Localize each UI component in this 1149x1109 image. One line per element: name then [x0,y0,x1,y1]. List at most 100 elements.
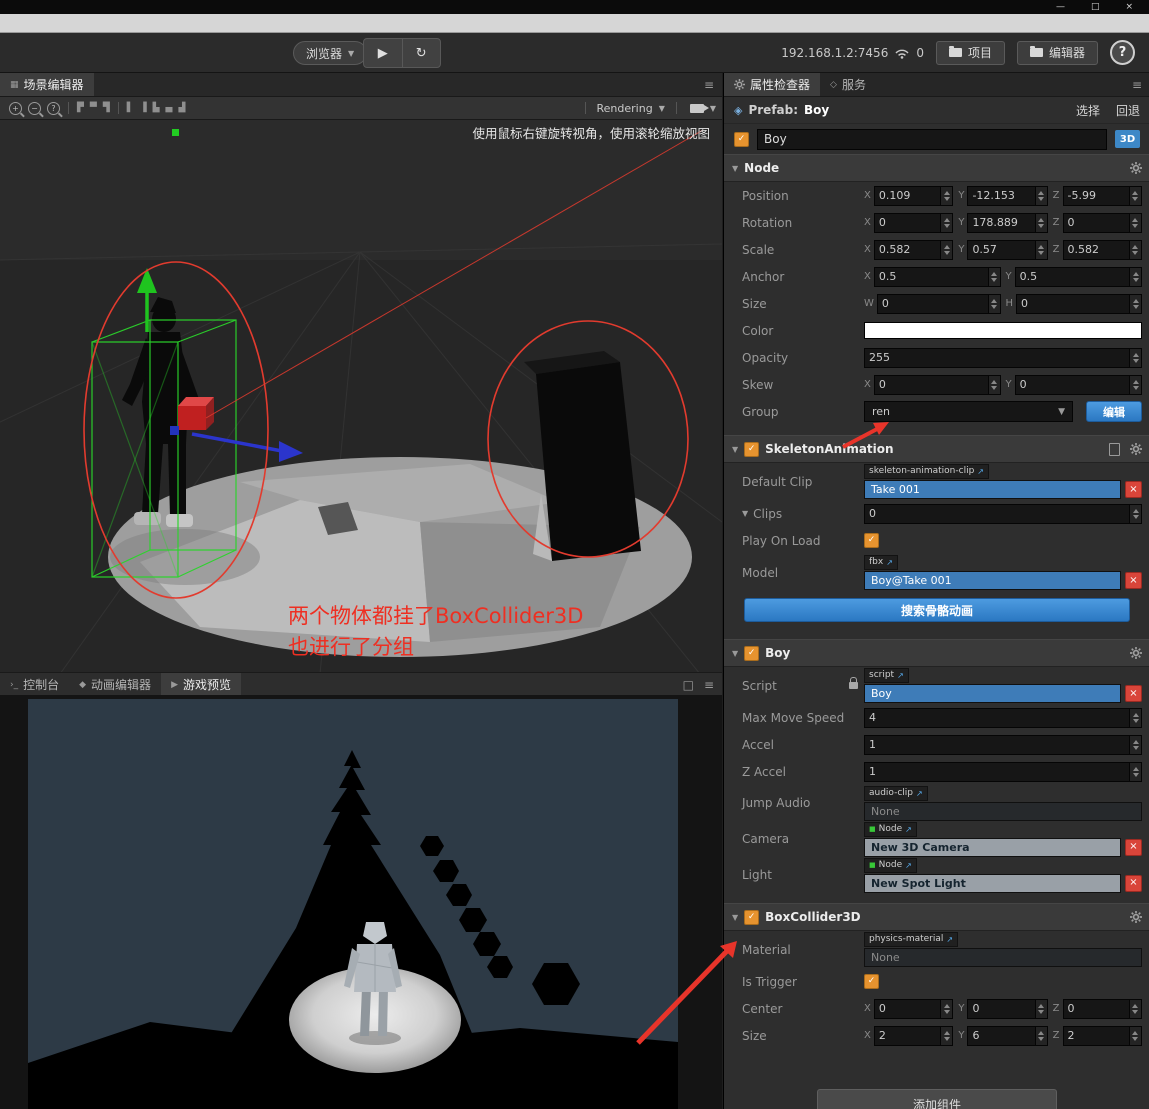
z-accel-field[interactable]: 1 [864,761,1142,782]
tab-scene-editor[interactable]: ▦ 场景编辑器 [0,73,94,96]
zoom-in-icon[interactable]: + [9,101,22,115]
prefab-revert-button[interactable]: 回退 [1116,102,1140,119]
chevron-down-icon[interactable]: ▼ [710,104,716,113]
section-header-skeleton-animation[interactable]: ▼ ✓ SkeletonAnimation [724,435,1149,463]
align-right-icon[interactable]: ▜ [103,103,110,113]
center-z-field[interactable]: 0 [1062,998,1142,1019]
tab-property-inspector[interactable]: 属性检查器 [724,73,821,96]
align-center-icon[interactable]: ▐ [140,103,147,113]
spinner-icon[interactable] [1128,1026,1141,1045]
remove-button[interactable]: × [1125,572,1142,589]
tab-game-preview[interactable]: ▶ 游戏预览 [161,673,241,696]
collider-size-z-field[interactable]: 2 [1062,1025,1142,1046]
project-button[interactable]: 项目 [935,40,1005,65]
tab-services[interactable]: ◇ 服务 [820,73,876,96]
spinner-icon[interactable] [1129,735,1141,754]
spinner-icon[interactable] [1034,186,1047,205]
spinner-icon[interactable] [1129,375,1141,394]
refresh-button[interactable]: ↻ [403,39,441,67]
opacity-field[interactable]: 255 [864,347,1142,368]
light-field[interactable]: New Spot Light [864,873,1121,893]
size-w-field[interactable]: 0 [876,293,1001,314]
remove-button[interactable]: × [1125,838,1142,856]
spinner-icon[interactable] [1034,999,1047,1018]
add-component-button[interactable]: 添加组件 [817,1089,1057,1109]
scale-y-field[interactable]: 0.57 [967,239,1048,260]
position-z-field[interactable]: -5.99 [1062,185,1142,206]
gear-icon[interactable] [1130,443,1142,455]
boy-enabled-checkbox[interactable]: ✓ [744,645,760,661]
collapse-arrow-icon[interactable]: ▼ [732,445,738,454]
help-button[interactable]: ? [1110,40,1135,65]
spinner-icon[interactable] [940,213,953,232]
asset-type-tag[interactable]: skeleton-animation-clip ↗ [864,464,989,479]
script-field[interactable]: Boy [864,684,1121,703]
section-header-box-collider-3d[interactable]: ▼ ✓ BoxCollider3D [724,903,1149,931]
skew-x-field[interactable]: 0 [873,374,1001,395]
gear-icon[interactable] [1130,647,1142,659]
distribute-h-icon[interactable]: ▙ [153,103,160,113]
camera-field[interactable]: New 3D Camera [864,837,1121,857]
color-swatch[interactable] [864,322,1142,339]
tab-console[interactable]: ›_ 控制台 [0,673,69,696]
collapse-arrow-icon[interactable]: ▼ [732,164,738,173]
group-dropdown[interactable]: ren ▼ [864,401,1073,422]
position-y-field[interactable]: -12.153 [967,185,1048,206]
center-x-field[interactable]: 0 [873,998,954,1019]
align-left-icon[interactable]: ▛ [77,103,84,113]
spinner-icon[interactable] [987,294,1000,313]
rotation-x-field[interactable]: 0 [873,212,954,233]
spinner-icon[interactable] [1129,294,1141,313]
play-button[interactable]: ▶ [364,39,403,67]
spinner-icon[interactable] [1128,186,1141,205]
node-type-tag[interactable]: ■ Node ↗ [864,821,917,837]
accel-field[interactable]: 1 [864,734,1142,755]
browser-dropdown[interactable]: 浏览器 ▼ [293,41,368,65]
spinner-icon[interactable] [1034,240,1047,259]
spinner-icon[interactable] [940,240,953,259]
skew-y-field[interactable]: 0 [1014,374,1142,395]
spinner-icon[interactable] [1129,348,1141,367]
spinner-icon[interactable] [1129,504,1141,523]
zoom-out-icon[interactable]: − [28,101,41,115]
collapse-arrow-icon[interactable]: ▼ [742,509,748,518]
rendering-dropdown[interactable]: Rendering [597,102,653,115]
spinner-icon[interactable] [1129,267,1141,286]
jump-audio-field[interactable]: None [864,801,1142,821]
default-clip-field[interactable]: Take 001 [864,480,1121,499]
group-edit-button[interactable]: 编辑 [1086,401,1142,422]
prefab-select-button[interactable]: 选择 [1076,102,1100,119]
spinner-icon[interactable] [1129,762,1141,781]
asset-type-tag[interactable]: physics-material ↗ [864,932,959,947]
camera-icon[interactable] [689,103,709,113]
spinner-icon[interactable] [940,1026,953,1045]
remove-button[interactable]: × [1125,685,1142,702]
game-preview-viewport[interactable] [0,695,722,1109]
close-icon[interactable]: × [1125,2,1133,12]
rotation-y-field[interactable]: 178.889 [967,212,1048,233]
panel-menu-icon[interactable]: ≡ [704,78,714,92]
asset-type-tag[interactable]: audio-clip ↗ [864,785,928,801]
skeleton-animation-enabled-checkbox[interactable]: ✓ [744,441,760,457]
collider-size-y-field[interactable]: 6 [967,1025,1048,1046]
detach-panel-icon[interactable]: □ [683,678,694,692]
distribute-v-icon[interactable]: ▟ [178,103,185,113]
scale-x-field[interactable]: 0.582 [873,239,954,260]
search-skeleton-animation-button[interactable]: 搜索骨骼动画 [744,598,1130,622]
collapse-arrow-icon[interactable]: ▼ [732,649,738,658]
node-active-checkbox[interactable]: ✓ [734,131,749,147]
asset-type-tag[interactable]: fbx ↗ [864,555,898,570]
play-on-load-checkbox[interactable]: ✓ [864,533,879,548]
size-h-field[interactable]: 0 [1016,293,1142,314]
anchor-x-field[interactable]: 0.5 [873,266,1001,287]
remove-button[interactable]: × [1125,874,1142,892]
spinner-icon[interactable] [987,375,1000,394]
max-move-speed-field[interactable]: 4 [864,707,1142,728]
scene-viewport[interactable]: 使用鼠标右键旋转视角，使用滚轮缩放视图 两个物体都挂了BoxCollider3D… [0,120,722,674]
gear-icon[interactable] [1130,911,1142,923]
maximize-icon[interactable]: □ [1091,2,1100,12]
panel-menu-icon[interactable]: ≡ [1132,78,1142,92]
chevron-down-icon[interactable]: ▼ [659,104,665,113]
anchor-y-field[interactable]: 0.5 [1014,266,1142,287]
gear-icon[interactable] [1130,162,1142,174]
